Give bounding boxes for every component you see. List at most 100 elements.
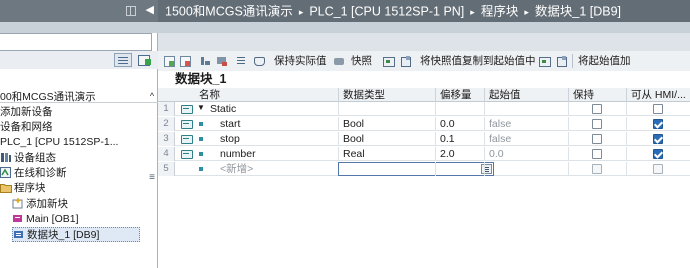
io-variable-icon	[181, 150, 193, 159]
hmi-access-checkbox[interactable]	[653, 149, 663, 159]
header-retain[interactable]: 保持	[568, 88, 626, 102]
cell-start-value[interactable]: false	[484, 132, 568, 146]
snapshot-button[interactable]: 快照	[351, 55, 372, 68]
load-start-values-button[interactable]: 将起始值加	[578, 55, 631, 68]
project-tree: 00和MCGS通讯演示 添加新设备 设备和网络 PLC_1 [CPU 1512S…	[0, 90, 158, 268]
tree-item-main-ob1[interactable]: Main [OB1]	[12, 212, 156, 227]
retain-checkbox[interactable]	[592, 104, 602, 114]
folder-icon	[0, 182, 12, 193]
project-tree-band	[0, 22, 158, 33]
cell-name[interactable]: stop	[216, 132, 338, 146]
breadcrumb-separator-icon: ▸	[470, 6, 475, 17]
retain-checkbox[interactable]	[592, 164, 602, 174]
block-title: 数据块_1	[175, 72, 227, 86]
details-view-icon[interactable]	[114, 53, 132, 67]
editor-band-secondary	[158, 33, 690, 51]
db-block-icon	[13, 229, 24, 240]
breadcrumb-item-program-blocks[interactable]: 程序块	[481, 5, 519, 19]
copy-snapshot-icon[interactable]	[382, 55, 395, 67]
device-config-icon	[0, 152, 11, 163]
tia-portal-window: ◀ ^ ≡ 00和MCGS通讯演示 添加新设备 设备和网络 PLC_1 [CPU…	[0, 0, 690, 268]
cell-name[interactable]: Static	[206, 102, 338, 116]
cell-name[interactable]: start	[216, 117, 338, 131]
keep-actual-values-button[interactable]: 保持实际值	[274, 55, 327, 68]
cell-start-value[interactable]: false	[484, 117, 568, 131]
copy-snapshot-to-start-button[interactable]: 将快照值复制到起始值中	[420, 55, 536, 68]
breadcrumb-item-db[interactable]: 数据块_1 [DB9]	[535, 5, 621, 19]
header-offset[interactable]: 偏移量	[435, 88, 484, 102]
io-variable-icon	[181, 120, 193, 129]
tree-item-db9[interactable]: 数据块_1 [DB9]	[12, 227, 140, 242]
layout-toggle-icon[interactable]	[126, 6, 136, 16]
header-spacer	[175, 88, 195, 102]
tree-item-program-blocks[interactable]: 程序块	[0, 181, 144, 196]
cell-start-value[interactable]	[484, 102, 568, 116]
tree-item-label: 设备和网络	[0, 121, 53, 133]
retain-checkbox[interactable]	[592, 134, 602, 144]
cell-offset	[435, 162, 484, 176]
tree-item-online-diagnostics[interactable]: 在线和诊断	[0, 166, 144, 181]
cell-name[interactable]: number	[216, 147, 338, 161]
add-row-icon[interactable]	[179, 55, 191, 67]
list-view-icon[interactable]	[235, 55, 247, 67]
copy-start-icon[interactable]	[538, 55, 551, 67]
row-number: 2	[158, 117, 175, 131]
breadcrumb-item-plc[interactable]: PLC_1 [CPU 1512SP-1 PN]	[309, 5, 464, 19]
expand-triangle-icon[interactable]: ▼	[197, 103, 205, 112]
row-number: 1	[158, 102, 175, 116]
header-name[interactable]: 名称	[195, 88, 338, 102]
hmi-access-checkbox[interactable]	[653, 164, 663, 174]
table-row[interactable]: 1 ▼ Static	[158, 102, 690, 116]
hmi-access-checkbox[interactable]	[653, 104, 663, 114]
monitor-all-icon[interactable]	[253, 55, 265, 67]
hmi-access-checkbox[interactable]	[653, 134, 663, 144]
cell-data-type[interactable]: Bool	[338, 132, 435, 146]
cell-name[interactable]: <新增>	[216, 162, 338, 176]
breadcrumb-item-project[interactable]: 1500和MCGS通讯演示	[165, 5, 293, 19]
cell-data-type[interactable]: Bool	[338, 117, 435, 131]
snapshot-icon[interactable]	[333, 55, 345, 67]
project-tree-tab[interactable]	[0, 33, 152, 51]
tree-item-label: 程序块	[14, 182, 46, 194]
table-row[interactable]: 3 stop Bool 0.1 false	[158, 132, 690, 146]
cell-data-type[interactable]: Real	[338, 147, 435, 161]
hmi-access-checkbox[interactable]	[653, 119, 663, 129]
cell-offset: 0.0	[435, 117, 484, 131]
header-hmi-access[interactable]: 可从 HMI/...	[626, 88, 690, 102]
tree-item-project[interactable]: 00和MCGS通讯演示	[0, 90, 144, 105]
header-data-type[interactable]: 数据类型	[338, 88, 435, 102]
tree-item-devices-networks[interactable]: 设备和网络	[0, 120, 144, 135]
retain-checkbox[interactable]	[592, 119, 602, 129]
tree-item-add-block[interactable]: 添加新块	[12, 197, 156, 212]
tree-item-label: 00和MCGS通讯演示	[0, 91, 96, 103]
variable-bullet-icon	[199, 122, 203, 126]
table-row[interactable]: 4 number Real 2.0 0.0	[158, 147, 690, 161]
insert-row-icon[interactable]	[163, 55, 175, 67]
retain-checkbox[interactable]	[592, 149, 602, 159]
collapse-arrow-icon[interactable]: ◀	[146, 3, 154, 16]
tree-item-label: Main [OB1]	[26, 213, 79, 225]
cell-start-value[interactable]: 0.0	[484, 147, 568, 161]
online-diagnostics-icon	[0, 167, 11, 178]
header-start-value[interactable]: 起始值	[484, 88, 568, 102]
add-to-project-icon[interactable]	[136, 53, 152, 67]
tree-item-label: 数据块_1 [DB9]	[27, 229, 100, 241]
table-row[interactable]: 2 start Bool 0.0 false	[158, 117, 690, 131]
tree-item-add-device[interactable]: 添加新设备	[0, 105, 144, 120]
tree-item-label: 添加新块	[26, 198, 68, 210]
load-snapshot-icon[interactable]	[399, 55, 411, 67]
tree-item-device-config[interactable]: 设备组态	[0, 151, 144, 166]
variable-bullet-icon	[199, 137, 203, 141]
reset-start-values-icon[interactable]	[216, 55, 228, 67]
cell-data-type[interactable]	[338, 102, 435, 116]
load-start-values-icon[interactable]	[555, 55, 567, 67]
tree-item-label: 在线和诊断	[14, 167, 67, 179]
io-variable-icon	[181, 105, 193, 114]
tree-item-label: 设备组态	[14, 152, 56, 164]
table-row[interactable]: 5 <新增>	[158, 162, 690, 176]
add-block-icon	[12, 198, 23, 209]
tree-item-plc[interactable]: PLC_1 [CPU 1512SP-1...	[0, 135, 144, 150]
cell-start-value[interactable]	[484, 162, 568, 176]
expand-all-icon[interactable]	[199, 55, 211, 67]
tree-item-label: 添加新设备	[0, 106, 53, 118]
